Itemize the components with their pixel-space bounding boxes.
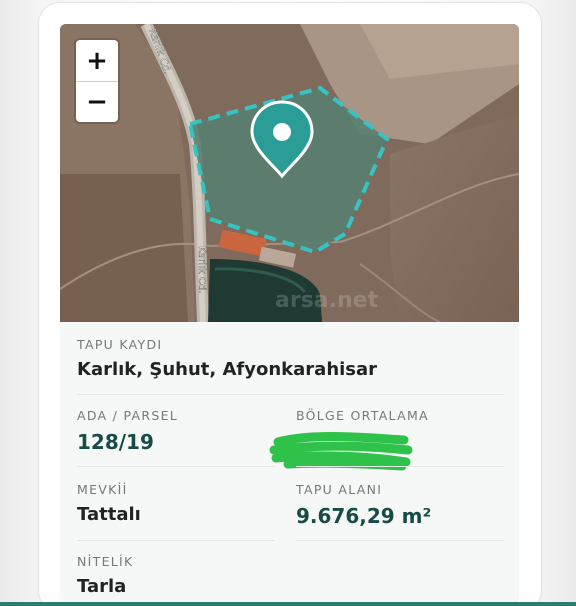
divider <box>296 540 504 541</box>
deed-area-label: TAPU ALANI <box>296 482 383 497</box>
locality-label: MEVKİİ <box>77 482 128 497</box>
deed-record-label: TAPU KAYDI <box>77 337 163 352</box>
page: Karlık Cd. Karlık Cd. arsa.net + − TAPU … <box>0 0 576 606</box>
map-imagery: Karlık Cd. Karlık Cd. arsa.net <box>60 24 519 322</box>
divider <box>77 540 275 541</box>
zoom-control: + − <box>76 40 118 122</box>
satellite-map[interactable]: Karlık Cd. Karlık Cd. arsa.net + − <box>60 24 519 322</box>
watermark: arsa.net <box>275 288 379 313</box>
region-average-label: BÖLGE ORTALAMA <box>296 408 429 423</box>
bottom-accent-bar <box>0 602 576 606</box>
block-parcel-value: 128/19 <box>77 430 154 454</box>
divider <box>77 466 275 467</box>
deed-area-value: 9.676,29 m² <box>296 504 432 528</box>
quality-label: NİTELİK <box>77 554 134 569</box>
zoom-in-button[interactable]: + <box>76 40 118 81</box>
divider <box>296 466 504 467</box>
block-parcel-label: ADA / PARSEL <box>77 408 179 423</box>
divider <box>77 394 504 395</box>
quality-value: Tarla <box>77 576 127 597</box>
locality-value: Tattalı <box>77 504 141 525</box>
zoom-out-button[interactable]: − <box>76 81 118 122</box>
road-label-bottom: Karlık Cd. <box>196 246 207 294</box>
deed-record-value: Karlık, Şuhut, Afyonkarahisar <box>77 359 378 380</box>
